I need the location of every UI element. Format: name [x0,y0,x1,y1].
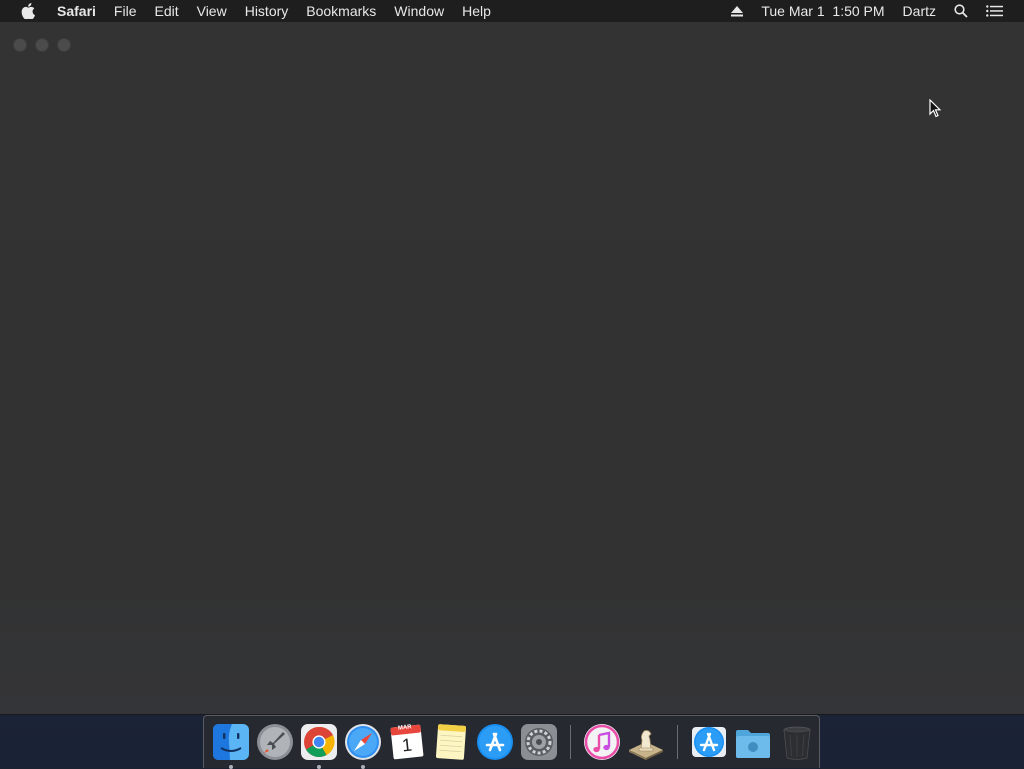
chrome-icon [301,724,337,760]
finder-icon [213,724,249,760]
calendar-day: 1 [400,734,413,756]
menu-window[interactable]: Window [385,0,453,22]
menu-view[interactable]: View [188,0,236,22]
menu-edit[interactable]: Edit [145,0,187,22]
zoom-button[interactable] [57,38,71,52]
dock-system-preferences[interactable] [519,722,559,762]
safari-icon [345,724,381,760]
menu-history[interactable]: History [236,0,298,22]
running-indicator [361,765,365,769]
dock-chess[interactable] [626,722,666,762]
dock-trash[interactable] [777,722,817,762]
trash-icon [783,726,811,760]
dock-applications-folder[interactable] [689,722,729,762]
system-preferences-icon [521,724,557,760]
notes-icon [435,724,467,760]
dock-separator [570,725,571,759]
menu-bookmarks[interactable]: Bookmarks [297,0,385,22]
app-store-folder-icon [692,727,726,757]
dock-itunes[interactable] [582,722,622,762]
notification-center-icon[interactable] [977,0,1012,22]
running-indicator [229,765,233,769]
menu-clock[interactable]: Tue Mar 1 1:50 PM [752,0,893,22]
app-store-icon [477,724,513,760]
window-controls [13,38,71,52]
user-menu[interactable]: Dartz [894,0,945,22]
dock-separator [677,725,678,759]
dock-chrome[interactable] [299,722,339,769]
downloads-folder-icon [736,730,770,758]
menu-app-safari[interactable]: Safari [48,0,105,22]
close-button[interactable] [13,38,27,52]
dock: MAR 1 [203,715,820,769]
menu-file[interactable]: File [105,0,146,22]
safari-window [0,22,1024,715]
menu-help[interactable]: Help [453,0,500,22]
apple-icon[interactable] [18,0,38,22]
minimize-button[interactable] [35,38,49,52]
dock-notes[interactable] [431,722,471,762]
chess-icon [629,730,663,760]
running-indicator [317,765,321,769]
dock-app-store[interactable] [475,722,515,762]
launchpad-icon [257,724,293,760]
dock-safari[interactable] [343,722,383,769]
eject-icon[interactable] [722,0,752,22]
dock-launchpad[interactable] [255,722,295,762]
menu-bar: Safari File Edit View History Bookmarks … [0,0,1024,22]
dock-downloads-folder[interactable] [733,722,773,762]
itunes-icon [584,724,620,760]
dock-calendar[interactable]: MAR 1 [387,722,427,762]
mouse-pointer-icon [929,98,942,123]
dock-finder[interactable] [211,722,251,769]
spotlight-search-icon[interactable] [945,0,977,22]
